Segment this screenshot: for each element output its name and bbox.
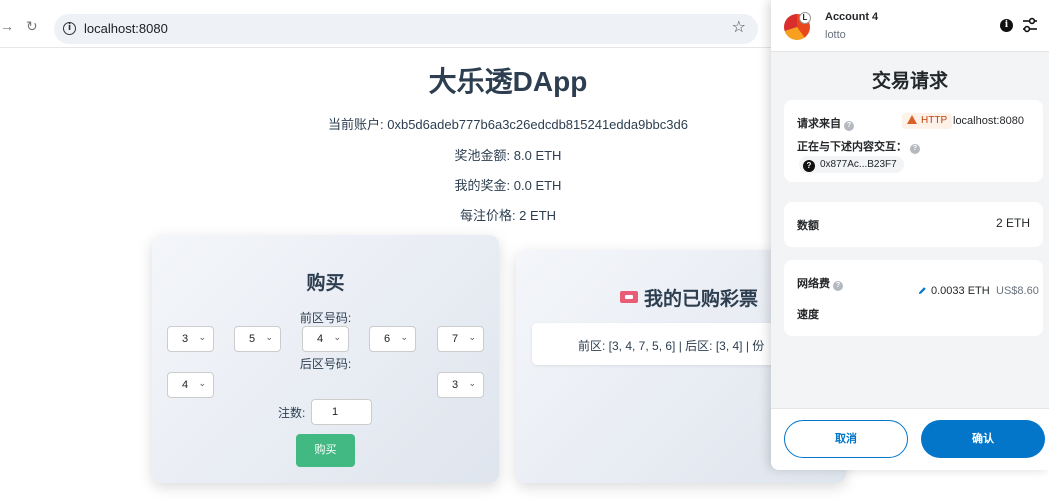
ticket-price: 每注价格: 2 ETH xyxy=(459,208,557,223)
back-number-select-2[interactable]: 3 ⌄ xyxy=(437,372,484,398)
my-tickets-title-text: 我的已购彩票 xyxy=(644,289,759,310)
info-icon[interactable]: i xyxy=(63,22,76,35)
network-name: lotto xyxy=(825,29,846,41)
front-zone-label: 前区号码: xyxy=(299,311,352,325)
speed-label: 速度 xyxy=(797,309,819,321)
amount-label: 数额 xyxy=(797,220,819,232)
request-origin: localhost:8080 xyxy=(953,115,1024,127)
wallet-footer: 取消 确认 xyxy=(771,408,1049,470)
chevron-down-icon: ⌄ xyxy=(265,332,273,342)
select-value: 4 xyxy=(182,379,189,391)
interacting-text: 正在与下述内容交互： xyxy=(797,141,907,153)
fee-eth[interactable]: 0.0033 ETH xyxy=(918,285,990,297)
wallet-header: L Account 4 lotto i xyxy=(771,0,1049,52)
amount-value: 2 ETH xyxy=(995,216,1030,230)
chevron-down-icon: ⌄ xyxy=(333,332,341,342)
buy-card: 购买 前区号码: 3 ⌄ 5 ⌄ 4 ⌄ 6 ⌄ 7 ⌄ 后区号码: 4 ⌄ 3… xyxy=(152,235,499,483)
info-icon[interactable]: i xyxy=(1000,19,1013,32)
network-fee-text: 网络费 xyxy=(797,278,830,290)
network-fee-card: 网络费? 0.0033 ETH US$8.60 速度 xyxy=(784,260,1043,336)
confirm-button[interactable]: 确认 xyxy=(921,420,1045,458)
http-badge-text: HTTP xyxy=(921,115,948,126)
contract-address: 0x877Ac...B23F7 xyxy=(820,159,897,170)
chevron-down-icon: ⌄ xyxy=(400,332,408,342)
edit-pen-icon[interactable] xyxy=(918,286,927,295)
chevron-down-icon: ⌄ xyxy=(198,378,206,388)
interacting-label: 正在与下述内容交互：? xyxy=(797,138,920,154)
reload-icon[interactable]: ↻ xyxy=(26,18,42,34)
current-account: 当前账户: 0xb5d6adeb777b6a3c26edcdb815241edd… xyxy=(328,117,688,132)
pool-amount: 奖池金额: 8.0 ETH xyxy=(454,148,562,163)
address-bar[interactable]: i localhost:8080 ☆ xyxy=(54,14,758,44)
wallet-popup: L Account 4 lotto i 交易请求 请求来自? HTTP loca… xyxy=(771,0,1049,470)
select-value: 4 xyxy=(317,333,324,345)
request-from-text: 请求来自 xyxy=(797,118,841,130)
fee-usd: US$8.60 xyxy=(996,285,1039,297)
buy-button[interactable]: 购买 xyxy=(296,434,355,467)
help-icon[interactable]: ? xyxy=(833,281,843,291)
contract-address-pill[interactable]: ? 0x877Ac...B23F7 xyxy=(799,156,904,173)
front-number-select-3[interactable]: 4 ⌄ xyxy=(302,326,349,352)
network-badge: L xyxy=(799,12,811,24)
network-fee-label: 网络费? xyxy=(797,275,843,291)
account-name[interactable]: Account 4 xyxy=(825,11,878,23)
select-value: 3 xyxy=(452,379,459,391)
select-value: 3 xyxy=(182,333,189,345)
my-tickets-title: 我的已购彩票 xyxy=(620,284,758,311)
page-title: 大乐透DApp xyxy=(428,66,588,97)
help-icon[interactable]: ? xyxy=(910,144,920,154)
request-from-label: 请求来自? xyxy=(797,115,854,131)
url-text[interactable]: localhost:8080 xyxy=(84,21,168,36)
quantity-input[interactable]: 1 xyxy=(311,399,372,425)
select-value: 6 xyxy=(384,333,391,345)
settings-sliders-icon[interactable] xyxy=(1021,16,1039,34)
chevron-down-icon: ⌄ xyxy=(468,378,476,388)
cancel-button[interactable]: 取消 xyxy=(784,420,908,458)
question-icon: ? xyxy=(803,160,815,172)
star-icon[interactable]: ☆ xyxy=(732,19,746,37)
warning-icon xyxy=(907,115,917,124)
front-number-select-1[interactable]: 3 ⌄ xyxy=(167,326,214,352)
select-value: 5 xyxy=(249,333,256,345)
front-number-select-5[interactable]: 7 ⌄ xyxy=(437,326,484,352)
transaction-request-title: 交易请求 xyxy=(871,71,948,92)
wallet-body: 交易请求 请求来自? HTTP localhost:8080 正在与下述内容交互… xyxy=(771,52,1049,408)
select-value: 7 xyxy=(452,333,459,345)
my-prize: 我的奖金: 0.0 ETH xyxy=(454,178,562,193)
amount-card: 数额 2 ETH xyxy=(784,202,1043,247)
quantity-label: 注数: xyxy=(278,406,306,420)
help-icon[interactable]: ? xyxy=(844,121,854,131)
ticket-icon xyxy=(620,291,638,303)
arrow-right-icon[interactable]: → xyxy=(0,18,14,34)
request-origin-card: 请求来自? HTTP localhost:8080 正在与下述内容交互：? ? 0… xyxy=(784,100,1043,182)
ticket-row-text: 前区: [3, 4, 7, 5, 6] | 后区: [3, 4] | 份 xyxy=(578,339,765,353)
back-number-select-1[interactable]: 4 ⌄ xyxy=(167,372,214,398)
front-number-select-2[interactable]: 5 ⌄ xyxy=(234,326,281,352)
fee-eth-value: 0.0033 ETH xyxy=(931,285,990,297)
back-zone-label: 后区号码: xyxy=(299,357,352,371)
chevron-down-icon: ⌄ xyxy=(468,332,476,342)
chevron-down-icon: ⌄ xyxy=(198,332,206,342)
front-number-select-4[interactable]: 6 ⌄ xyxy=(369,326,416,352)
http-warning-badge: HTTP xyxy=(902,113,953,129)
buy-title: 购买 xyxy=(306,273,345,294)
